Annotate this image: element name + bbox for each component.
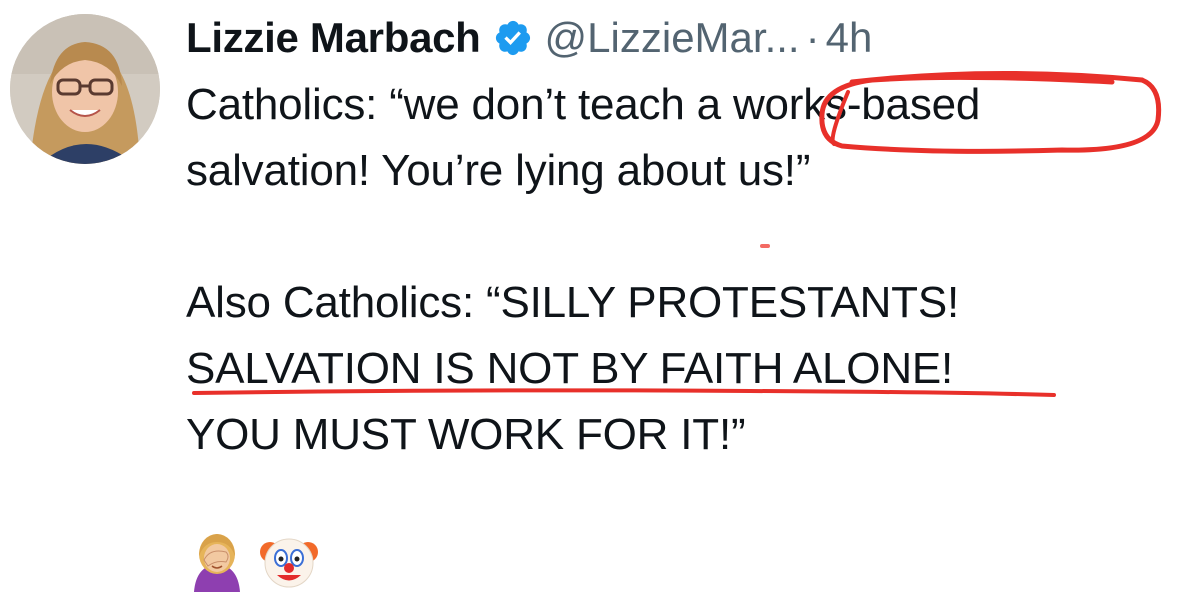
underlined-phrase: SALVATION IS NOT BY FAITH ALONE! [186,344,954,393]
stray-red-mark [760,244,770,248]
display-name[interactable]: Lizzie Marbach [186,14,481,62]
woman-facepalming-icon [194,534,240,592]
timestamp[interactable]: 4h [826,14,873,62]
text-line-1: Catholics: “we don’t teach a works-based [186,72,1166,138]
emoji-row [186,530,320,592]
circled-phrase: works-based [732,80,981,129]
verified-badge-icon [495,20,530,56]
separator-dot: · [805,14,820,61]
text-line-5: YOU MUST WORK FOR IT!” [186,410,746,459]
avatar[interactable] [10,14,160,164]
tweet: Lizzie Marbach @LizzieMar... · 4h Cathol… [0,0,1190,606]
clown-face-icon [260,538,318,588]
text-line-2: salvation! You’re lying about us!” [186,146,811,195]
text-line-1-start: Catholics: “we don’t teach a [186,80,733,129]
tweet-header: Lizzie Marbach @LizzieMar... · 4h [186,10,872,66]
text-line-3: Also Catholics: “SILLY PROTESTANTS! [186,278,960,327]
tweet-text: Catholics: “we don’t teach a works-based… [186,72,1166,468]
handle[interactable]: @LizzieMar... [545,14,800,62]
